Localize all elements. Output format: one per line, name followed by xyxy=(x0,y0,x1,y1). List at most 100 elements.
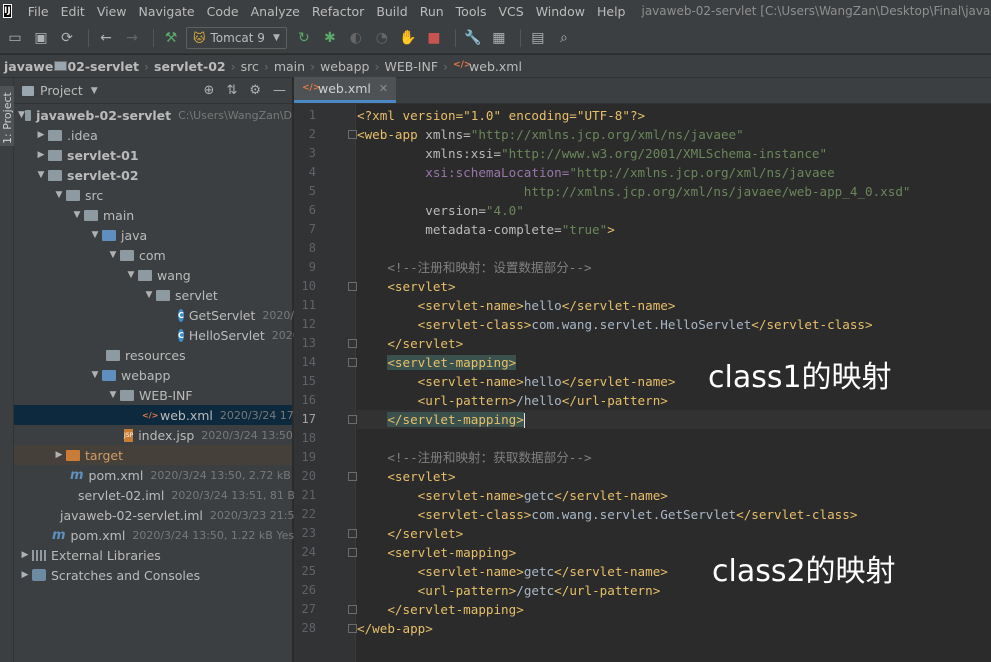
tree-node-external-libraries[interactable]: ▶ External Libraries xyxy=(14,545,292,565)
fold-marker-icon[interactable] xyxy=(348,415,357,424)
chevron-right-icon[interactable]: ▶ xyxy=(34,130,48,140)
tab-web-xml[interactable]: </> web.xml ✕ xyxy=(294,77,397,103)
save-all-icon[interactable]: ▣ xyxy=(30,27,52,49)
breadcrumb-project[interactable]: javaweb-02-servlet xyxy=(4,59,139,74)
chevron-down-icon[interactable]: ▼ xyxy=(70,210,84,220)
chevron-down-icon[interactable]: ▼ xyxy=(106,250,120,260)
chevron-down-icon[interactable]: ▼ xyxy=(124,270,138,280)
chevron-down-icon[interactable]: ▼ xyxy=(142,290,156,300)
settings-wrench-icon[interactable]: 🔧 xyxy=(462,27,484,49)
chevron-down-icon[interactable]: ▼ xyxy=(34,170,48,180)
chevron-down-icon[interactable]: ▼ xyxy=(106,390,120,400)
fold-marker-icon[interactable] xyxy=(348,548,357,557)
chevron-right-icon[interactable]: ▶ xyxy=(18,570,32,580)
chevron-down-icon[interactable]: ▼ xyxy=(52,190,66,200)
breadcrumb-web-xml[interactable]: </> web.xml xyxy=(453,59,522,74)
menu-navigate[interactable]: Navigate xyxy=(133,4,201,19)
run-configuration-selector[interactable]: 🐱 Tomcat 9 ▼ xyxy=(186,26,287,49)
tree-node-resources[interactable]: resources xyxy=(14,345,292,365)
chevron-right-icon[interactable]: ▶ xyxy=(18,550,32,560)
xml-attribute-value: "true" xyxy=(561,222,608,237)
code-editor[interactable]: <?xml version="1.0" encoding="UTF-8"?> <… xyxy=(357,104,991,662)
tree-node-scratches[interactable]: ▶ Scratches and Consoles xyxy=(14,565,292,585)
back-arrow-icon[interactable]: ← xyxy=(95,27,117,49)
debug-bug-icon[interactable]: ✱ xyxy=(319,27,341,49)
profile-icon[interactable]: ◔ xyxy=(371,27,393,49)
menu-analyze[interactable]: Analyze xyxy=(245,4,306,19)
code-line: <url-pattern>/hello</url-pattern> xyxy=(357,391,991,410)
build-hammer-icon[interactable]: ⚒ xyxy=(160,27,182,49)
menu-build[interactable]: Build xyxy=(370,4,413,19)
tree-node-com[interactable]: ▼ com xyxy=(14,245,292,265)
synchronize-icon[interactable]: ⟳ xyxy=(56,27,78,49)
chevron-down-icon[interactable]: ▼ xyxy=(91,86,98,96)
locate-target-icon[interactable]: ⊕ xyxy=(204,83,215,98)
tree-node-webapp[interactable]: ▼ webapp xyxy=(14,365,292,385)
breadcrumb-web-inf[interactable]: WEB-INF xyxy=(54,59,438,74)
project-tool-window-button[interactable]: 1: Project xyxy=(0,86,14,146)
tree-node-target[interactable]: ▶ target xyxy=(14,445,292,465)
menu-tools[interactable]: Tools xyxy=(450,4,493,19)
tree-node-wang[interactable]: ▼ wang xyxy=(14,265,292,285)
breadcrumb-src[interactable]: src xyxy=(54,59,259,74)
tree-node-index-jsp[interactable]: JSP index.jsp 2020/3/24 13:50, 5 xyxy=(14,425,307,445)
tree-node-label: webapp xyxy=(121,367,171,383)
hide-minus-icon[interactable]: — xyxy=(273,83,286,98)
menu-view[interactable]: View xyxy=(91,4,133,19)
tree-node-helloservlet[interactable]: C HelloServlet 2020 xyxy=(14,325,300,345)
tree-node-src[interactable]: ▼ src xyxy=(14,185,292,205)
attach-icon[interactable]: ✋ xyxy=(397,27,419,49)
forward-arrow-icon[interactable]: → xyxy=(121,27,143,49)
fold-marker-icon[interactable] xyxy=(348,624,357,633)
stop-icon[interactable]: ■ xyxy=(423,27,445,49)
menu-window[interactable]: Window xyxy=(530,4,591,19)
tree-node-project-root[interactable]: ▼ javaweb-02-servlet C:\Users\WangZan\D xyxy=(14,105,292,125)
menu-help[interactable]: Help xyxy=(591,4,632,19)
terminal-icon[interactable]: ▤ xyxy=(527,27,549,49)
collapse-all-icon[interactable]: ⇅ xyxy=(226,83,237,98)
tree-node-idea[interactable]: ▶ .idea xyxy=(14,125,292,145)
tree-node-servlet-02[interactable]: ▼ servlet-02 xyxy=(14,165,292,185)
tree-node-main[interactable]: ▼ main xyxy=(14,205,292,225)
chevron-right-icon[interactable]: ▶ xyxy=(52,450,66,460)
menu-refactor[interactable]: Refactor xyxy=(306,4,370,19)
fold-marker-icon[interactable] xyxy=(348,130,357,139)
fold-marker-icon[interactable] xyxy=(348,529,357,538)
coverage-icon[interactable]: ◐ xyxy=(345,27,367,49)
search-icon[interactable]: ⌕ xyxy=(553,27,575,49)
fold-marker-icon[interactable] xyxy=(348,339,357,348)
tree-node-getservlet[interactable]: C GetServlet 2020/ xyxy=(14,305,294,325)
tree-node-project-iml[interactable]: javaweb-02-servlet.iml 2020/3/23 21:53, xyxy=(14,505,305,525)
chevron-down-icon[interactable]: ▼ xyxy=(88,230,102,240)
gear-icon[interactable]: ⚙ xyxy=(249,83,261,98)
menu-code[interactable]: Code xyxy=(201,4,245,19)
menu-edit[interactable]: Edit xyxy=(55,4,91,19)
chevron-right-icon[interactable]: ▶ xyxy=(34,150,48,160)
fold-marker-icon[interactable] xyxy=(348,472,357,481)
menu-vcs[interactable]: VCS xyxy=(492,4,529,19)
fold-marker-icon[interactable] xyxy=(348,358,357,367)
rerun-icon[interactable]: ↻ xyxy=(293,27,315,49)
intellij-logo-icon[interactable]: IJ xyxy=(3,4,12,18)
project-structure-icon[interactable]: ▦ xyxy=(488,27,510,49)
tree-node-web-inf[interactable]: ▼ WEB-INF xyxy=(14,385,292,405)
breadcrumb-module[interactable]: servlet-02 xyxy=(54,59,226,74)
tree-node-project-pom[interactable]: m pom.xml 2020/3/24 13:50, 1.22 kB Yesterd xyxy=(14,525,316,545)
tree-node-servlet-01[interactable]: ▶ servlet-01 xyxy=(14,145,292,165)
breadcrumb-main[interactable]: main xyxy=(54,59,305,74)
tree-node-java[interactable]: ▼ java xyxy=(14,225,292,245)
close-icon[interactable]: ✕ xyxy=(379,82,388,95)
tree-node-web-xml[interactable]: </> web.xml 2020/3/24 17:5 xyxy=(14,405,304,425)
tree-node-servlet-package[interactable]: ▼ servlet xyxy=(14,285,292,305)
tree-node-servlet-02-iml[interactable]: servlet-02.iml 2020/3/24 13:51, 81 B xyxy=(14,485,295,505)
tree-node-module-pom[interactable]: m pom.xml 2020/3/24 13:50, 2.72 kB Toc xyxy=(14,465,312,485)
fold-marker-icon[interactable] xyxy=(348,605,357,614)
menu-file[interactable]: File xyxy=(22,4,55,19)
menu-run[interactable]: Run xyxy=(414,4,450,19)
chevron-down-icon[interactable]: ▼ xyxy=(18,110,25,120)
breadcrumb-webapp[interactable]: webapp xyxy=(54,59,369,74)
open-folder-icon[interactable]: ▭ xyxy=(4,27,26,49)
project-view-selector[interactable]: Project xyxy=(40,83,83,98)
fold-marker-icon[interactable] xyxy=(348,282,357,291)
chevron-down-icon[interactable]: ▼ xyxy=(88,370,102,380)
